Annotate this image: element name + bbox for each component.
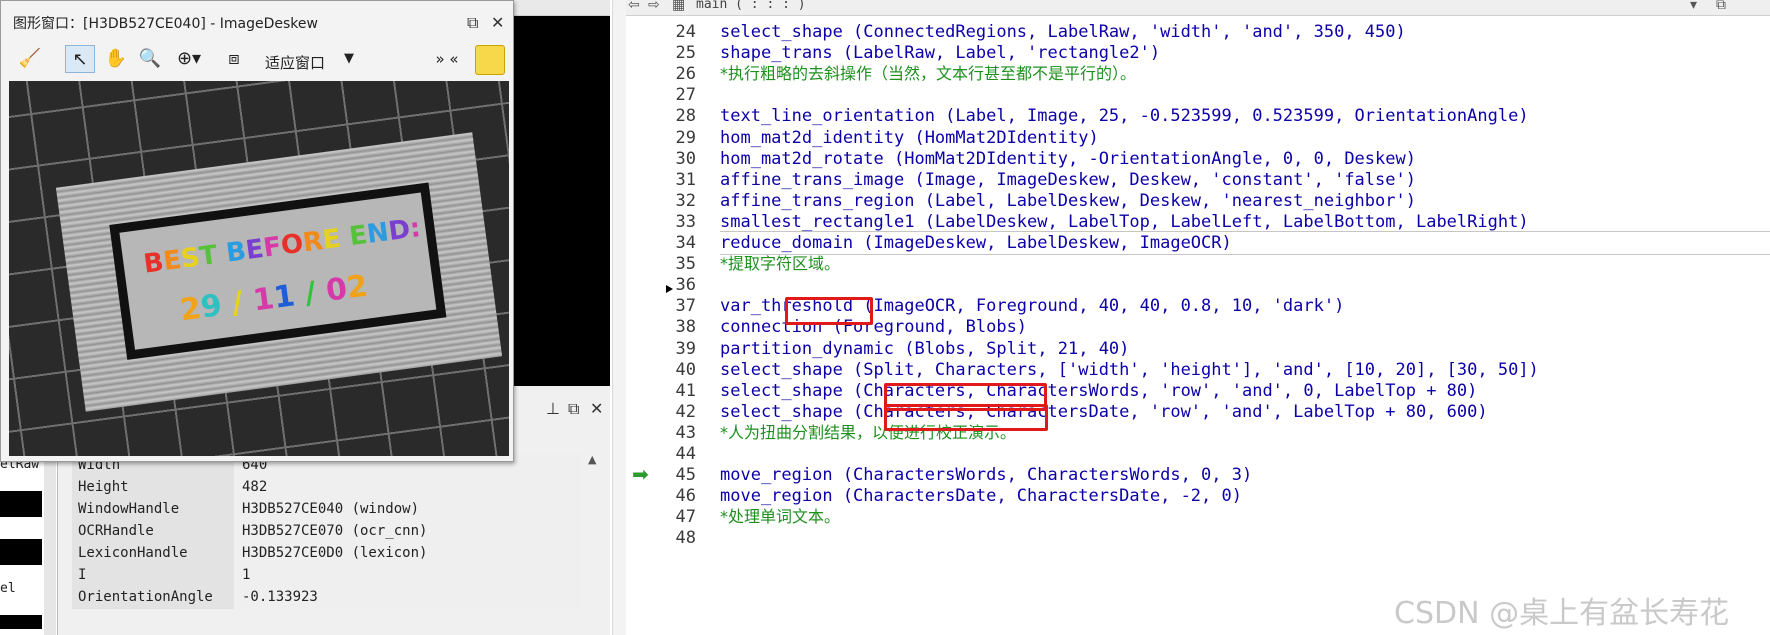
property-value: 1 [236, 563, 582, 587]
object-thumbnail[interactable] [0, 615, 42, 629]
pointer-icon[interactable]: ↖ [65, 45, 95, 73]
clear-broom-icon[interactable]: 🧹 [15, 45, 45, 73]
fit-window-icon[interactable]: ⧈ [219, 45, 249, 73]
zoom-in-icon[interactable]: ⊕▾ [169, 45, 209, 73]
image-canvas[interactable]: BEST BEFORE END: 29 / 11 / 02 [9, 81, 509, 456]
pin-icon[interactable]: ⊥ [546, 399, 560, 418]
fit-window-label[interactable]: 适应窗口 [265, 52, 325, 73]
back-arrow-icon[interactable]: ⇦ [628, 0, 640, 13]
variables-panel-header: ⊥ ⧉ ✕ [512, 393, 610, 423]
property-value: H3DB527CE0D0 (lexicon) [236, 541, 582, 565]
close-icon[interactable]: ✕ [491, 13, 504, 32]
property-value: -0.133923 [236, 585, 582, 609]
highlight-box-charactersdate [884, 404, 1048, 431]
property-value: 482 [236, 475, 582, 499]
program-counter-arrow-icon: ➡ [632, 462, 649, 487]
forward-arrow-icon[interactable]: ⇨ [648, 0, 660, 13]
grid-icon[interactable]: ▦ [672, 0, 685, 13]
pan-hand-icon[interactable]: ✋ [101, 45, 131, 73]
editor-header: ⇦ ⇨ ▦ main ( : : : ) ▾ ⧉ [626, 0, 1770, 16]
variables-scrollbar[interactable]: ▲ [584, 453, 602, 635]
lightbulb-icon[interactable] [475, 45, 505, 75]
procedure-selector[interactable]: main ( : : : ) [696, 0, 806, 12]
label-frame: BEST BEFORE END: 29 / 11 / 02 [109, 182, 447, 360]
float-window-icon[interactable]: ⧉ [568, 399, 579, 419]
highlight-box-imageocr [785, 297, 873, 325]
object-label: el [0, 581, 16, 596]
glyph: 2 [344, 268, 370, 307]
background-graphics-area [512, 16, 610, 386]
chevron-down-icon[interactable]: ▼ [339, 45, 359, 73]
property-key: WindowHandle [72, 497, 234, 521]
property-value: H3DB527CE040 (window) [236, 497, 582, 521]
program-editor[interactable]: 24 select_shape (ConnectedRegions, LabelR… [626, 20, 1770, 635]
graphics-window-titlebar[interactable]: 图形窗口：[H3DB527CE040] - ImageDeskew ⧉ ✕ [1, 7, 515, 37]
magnify-icon[interactable]: 🔍 [135, 45, 165, 73]
graphics-window-title: 图形窗口：[H3DB527CE040] - ImageDeskew [13, 16, 318, 32]
graphics-toolbar: 🧹 ↖ ✋ 🔍 ⊕▾ ⧈ 适应窗口 ▼ » « [9, 41, 509, 77]
code-line[interactable]: 48 [626, 526, 1770, 550]
chevron-down-icon[interactable]: ▾ [1690, 0, 1697, 13]
property-key: Height [72, 475, 234, 499]
property-value: H3DB527CE070 (ocr_cnn) [236, 519, 582, 543]
property-key: LexiconHandle [72, 541, 234, 565]
graphics-window: 图形窗口：[H3DB527CE040] - ImageDeskew ⧉ ✕ 🧹 … [0, 0, 514, 462]
close-icon[interactable]: ✕ [590, 399, 603, 418]
object-strip-scrollbar[interactable] [44, 460, 56, 635]
scroll-up-icon[interactable]: ▲ [588, 453, 596, 466]
splitter[interactable] [612, 0, 626, 635]
property-key: I [72, 563, 234, 587]
object-thumbnail[interactable] [0, 539, 42, 565]
property-key: OrientationAngle [72, 585, 234, 609]
headline-text: BEST BEFORE END: [142, 213, 423, 280]
float-window-icon[interactable]: ⧉ [467, 13, 478, 33]
object-thumbnail[interactable] [0, 491, 42, 517]
watermark-text: CSDN @桌上有盆长寿花 [1394, 596, 1730, 631]
insert-cursor-marker [666, 285, 673, 293]
property-row[interactable]: OrientationAngle -0.133923 [72, 585, 582, 610]
toolbar-overflow-button[interactable]: » « [427, 45, 467, 73]
date-text: 29 / 11 / 02 [178, 269, 370, 329]
property-key: OCRHandle [72, 519, 234, 543]
window-icon[interactable]: ⧉ [1716, 0, 1726, 13]
line-number: 48 [675, 528, 696, 549]
